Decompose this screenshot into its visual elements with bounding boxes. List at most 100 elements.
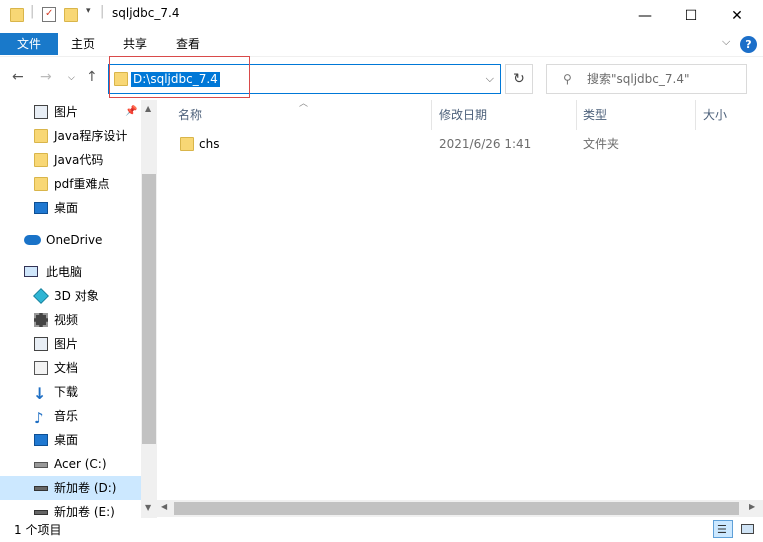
sidebar-item-this-pc[interactable]: 此电脑 <box>0 260 141 284</box>
sidebar-item-label: 此电脑 <box>46 265 83 279</box>
recent-locations-icon[interactable]: ⌵ <box>68 73 75 83</box>
large-icons-view-icon <box>741 524 754 534</box>
sidebar-item-documents[interactable]: 文档 <box>0 356 141 380</box>
sidebar-item-label: 桌面 <box>54 433 79 447</box>
sidebar-item-pictures-pinned[interactable]: 图片 📌 <box>0 100 141 124</box>
minimize-button[interactable]: — <box>622 0 668 31</box>
folder-icon <box>34 153 48 167</box>
pictures-icon <box>34 337 48 351</box>
this-pc-icon <box>24 266 38 277</box>
separator: | <box>30 4 35 19</box>
title-bar: | ✓ ▾ | sqljdbc_7.4 — ☐ ✕ <box>0 0 763 31</box>
sidebar-item-label: 图片 <box>54 337 79 351</box>
large-icons-view-button[interactable] <box>737 520 757 538</box>
maximize-button[interactable]: ☐ <box>668 0 714 31</box>
navigation-pane: 图片 📌 Java程序设计 Java代码 pdf重难点 桌面 OneDrive … <box>0 100 157 518</box>
sidebar-item-drive-d[interactable]: 新加卷 (D:) <box>0 476 141 500</box>
column-header-type[interactable]: 类型 <box>583 100 607 130</box>
column-header-modified[interactable]: 修改日期 <box>439 100 487 130</box>
sidebar-scroll-thumb[interactable] <box>142 174 156 444</box>
search-placeholder: 搜索"sqljdbc_7.4" <box>587 72 690 86</box>
sidebar-item-label: OneDrive <box>46 233 103 247</box>
properties-icon[interactable]: ✓ <box>42 7 56 22</box>
sidebar-item-label: Java代码 <box>54 153 104 167</box>
sidebar-item-label: 视频 <box>54 313 79 327</box>
details-view-button[interactable]: ☰ <box>713 520 733 538</box>
tab-file[interactable]: 文件 <box>0 33 58 55</box>
close-button[interactable]: ✕ <box>714 0 760 31</box>
file-modified: 2021/6/26 1:41 <box>439 137 532 151</box>
column-divider[interactable] <box>431 100 432 130</box>
column-header-name[interactable]: 名称 <box>178 100 202 130</box>
sidebar-item-drive-c[interactable]: Acer (C:) <box>0 452 141 476</box>
sidebar-item-java-course[interactable]: Java程序设计 <box>0 124 141 148</box>
scroll-right-icon[interactable]: ▶ <box>749 502 755 511</box>
file-list: ︿ 名称 修改日期 类型 大小 chs 2021/6/26 1:41 文件夹 ◀… <box>157 99 763 518</box>
refresh-icon: ↻ <box>513 71 525 87</box>
sidebar-item-label: 下载 <box>54 385 79 399</box>
tab-view[interactable]: 查看 <box>163 33 213 55</box>
sidebar-item-label: 3D 对象 <box>54 289 99 303</box>
ribbon-expand-icon[interactable]: ⌵ <box>722 35 730 49</box>
forward-icon[interactable]: → <box>40 69 52 85</box>
column-header-size[interactable]: 大小 <box>703 100 727 130</box>
ribbon: 文件 主页 共享 查看 ⌵ ? <box>0 31 763 56</box>
sidebar-item-3d-objects[interactable]: 3D 对象 <box>0 284 141 308</box>
folder-icon <box>180 137 194 151</box>
refresh-button[interactable]: ↻ <box>505 64 533 94</box>
downloads-icon: ↓ <box>33 384 47 403</box>
back-icon[interactable]: ← <box>12 69 24 85</box>
sidebar-item-desktop[interactable]: 桌面 <box>0 428 141 452</box>
sidebar-item-label: 桌面 <box>54 201 79 215</box>
sidebar-item-java-code[interactable]: Java代码 <box>0 148 141 172</box>
videos-icon <box>34 313 48 327</box>
folder-icon <box>34 177 48 191</box>
table-row[interactable]: chs 2021/6/26 1:41 文件夹 <box>157 132 763 156</box>
help-icon[interactable]: ? <box>740 36 757 53</box>
content-horizontal-scrollbar[interactable]: ◀ ▶ <box>157 500 763 517</box>
scroll-left-icon[interactable]: ◀ <box>161 502 167 511</box>
sidebar-item-label: 文档 <box>54 361 79 375</box>
status-bar: 1 个项目 ☰ <box>0 518 763 542</box>
sidebar-item-label: 音乐 <box>54 409 79 423</box>
documents-icon <box>34 361 48 375</box>
sidebar-scrollbar[interactable]: ▲ ▼ <box>141 100 157 518</box>
drive-e-icon <box>34 510 48 515</box>
sidebar-item-pictures[interactable]: 图片 <box>0 332 141 356</box>
column-divider[interactable] <box>695 100 696 130</box>
tab-share[interactable]: 共享 <box>110 33 160 55</box>
onedrive-icon <box>24 235 41 245</box>
sidebar-item-music[interactable]: ♪ 音乐 <box>0 404 141 428</box>
search-icon: ⚲ <box>563 72 572 86</box>
sidebar-item-label: 图片 <box>54 105 79 119</box>
sort-ascending-icon: ︿ <box>299 99 309 109</box>
sidebar-item-onedrive[interactable]: OneDrive <box>0 228 141 252</box>
scroll-down-icon[interactable]: ▼ <box>145 503 151 512</box>
pin-icon[interactable]: 📌 <box>125 100 137 124</box>
folder-icon <box>10 8 24 22</box>
separator: | <box>100 4 105 19</box>
sidebar-item-desktop-quick[interactable]: 桌面 <box>0 196 141 220</box>
sidebar-item-pdf-notes[interactable]: pdf重难点 <box>0 172 141 196</box>
up-icon[interactable]: ↑ <box>86 69 98 85</box>
highlight-box <box>109 56 250 98</box>
column-divider[interactable] <box>576 100 577 130</box>
new-folder-icon[interactable] <box>64 8 78 22</box>
music-icon: ♪ <box>34 409 44 427</box>
tab-home[interactable]: 主页 <box>58 33 108 55</box>
sidebar-item-label: Java程序设计 <box>54 129 128 143</box>
scroll-up-icon[interactable]: ▲ <box>145 104 151 113</box>
content-scroll-thumb[interactable] <box>174 502 739 515</box>
details-view-icon: ☰ <box>717 523 727 536</box>
quick-access-dropdown-icon[interactable]: ▾ <box>86 6 91 24</box>
sidebar-item-videos[interactable]: 视频 <box>0 308 141 332</box>
item-count: 1 个项目 <box>14 523 62 537</box>
address-dropdown-icon[interactable]: ⌵ <box>486 72 494 86</box>
sidebar-item-label: Acer (C:) <box>54 457 107 471</box>
search-input[interactable]: ⚲ 搜索"sqljdbc_7.4" <box>546 64 747 94</box>
sidebar-item-drive-e[interactable]: 新加卷 (E:) <box>0 500 141 518</box>
desktop-icon <box>34 202 48 214</box>
sidebar-item-label: 新加卷 (E:) <box>54 505 115 518</box>
sidebar-item-downloads[interactable]: ↓ 下载 <box>0 380 141 404</box>
drive-d-icon <box>34 486 48 491</box>
